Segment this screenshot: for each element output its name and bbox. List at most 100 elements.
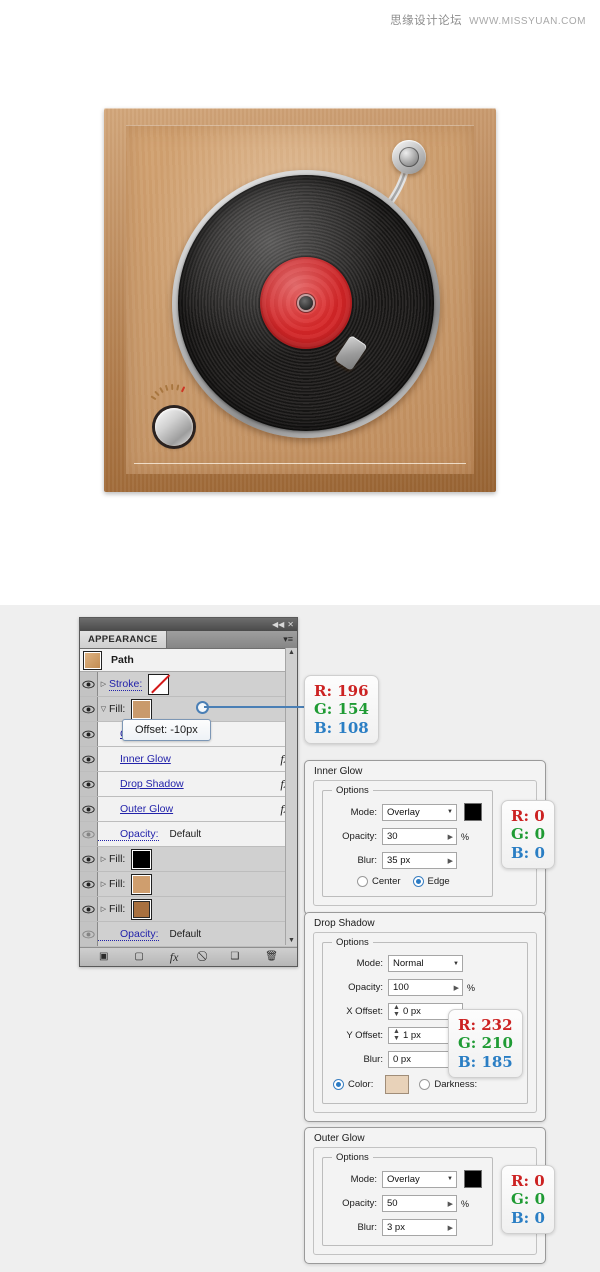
- delete-item-icon[interactable]: 🗑: [265, 952, 278, 962]
- visibility-toggle[interactable]: [80, 772, 98, 796]
- fill-swatch[interactable]: [131, 873, 153, 895]
- appearance-row-drop-shadow[interactable]: Drop Shadow fx: [80, 772, 297, 797]
- appearance-row-outer-glow[interactable]: Outer Glow fx: [80, 797, 297, 822]
- visibility-toggle[interactable]: [80, 697, 98, 721]
- slider-arrow-icon[interactable]: ▶: [448, 833, 453, 841]
- mode-select[interactable]: Normal ▼: [388, 955, 463, 972]
- knob-tick: [159, 386, 164, 394]
- callout-r: R: 196: [314, 682, 369, 700]
- scroll-up-icon[interactable]: ▲: [286, 648, 297, 657]
- visibility-toggle[interactable]: [80, 747, 98, 771]
- visibility-toggle[interactable]: [80, 847, 98, 871]
- close-icon[interactable]: ✕: [287, 620, 294, 629]
- visibility-toggle[interactable]: [80, 797, 98, 821]
- row-label-fill[interactable]: Fill:: [109, 903, 125, 915]
- inner-glow-dialog[interactable]: Inner Glow Options Mode: Overlay ▼ Opaci…: [304, 760, 556, 915]
- visibility-toggle[interactable]: [80, 672, 98, 696]
- visibility-toggle[interactable]: [80, 822, 98, 846]
- center-radio[interactable]: Center: [357, 876, 401, 887]
- drop-shadow-color-swatch[interactable]: [385, 1075, 410, 1094]
- expand-triangle-icon[interactable]: ▷: [98, 680, 109, 688]
- opacity-input[interactable]: 30 ▶: [382, 828, 457, 845]
- collapse-icon[interactable]: ◀◀: [272, 620, 284, 629]
- row-label-outer-glow[interactable]: Outer Glow: [98, 803, 173, 815]
- slider-arrow-icon[interactable]: ▶: [448, 857, 453, 865]
- mode-select[interactable]: Overlay ▼: [382, 803, 457, 821]
- duplicate-item-icon[interactable]: ❑: [230, 952, 239, 962]
- appearance-row-fill-tan[interactable]: ▷ Fill:: [80, 872, 297, 897]
- color-radio[interactable]: Color:: [333, 1079, 373, 1090]
- mode-label: Mode:: [356, 958, 383, 969]
- darkness-label: Darkness:: [434, 1079, 478, 1090]
- row-label-opacity[interactable]: Opacity:: [98, 928, 159, 941]
- slider-arrow-icon[interactable]: ▶: [454, 984, 459, 992]
- volume-knob[interactable]: [155, 408, 193, 446]
- outer-glow-body: Options Mode: Overlay ▼ Opacity: 50 ▶ % …: [313, 1147, 556, 1255]
- color-label: Color:: [348, 1079, 374, 1090]
- edge-radio[interactable]: Edge: [412, 876, 450, 887]
- stepper-icon[interactable]: ▲ ▼: [393, 1004, 400, 1018]
- expand-triangle-icon[interactable]: ▷: [98, 905, 109, 913]
- mode-label: Mode:: [350, 1173, 377, 1185]
- volume-knob-group[interactable]: [150, 383, 212, 448]
- outer-glow-title: Outer Glow: [314, 1133, 365, 1144]
- path-row[interactable]: Path: [80, 649, 297, 672]
- add-new-fill-icon[interactable]: ▢: [134, 952, 143, 962]
- row-label-fill[interactable]: Fill:: [109, 703, 125, 715]
- blur-input[interactable]: 3 px ▶: [382, 1219, 457, 1236]
- path-thumbnail: [83, 650, 102, 670]
- collapse-triangle-icon[interactable]: ▽: [98, 705, 109, 713]
- add-new-effect-fx-icon[interactable]: fx: [170, 951, 179, 963]
- opacity-unit: %: [461, 1198, 470, 1209]
- glow-color-swatch[interactable]: [464, 803, 482, 821]
- appearance-panel[interactable]: ◀◀ ✕ APPEARANCE ▾≡ Path ▷ Stroke: ▽ Fill…: [79, 617, 298, 967]
- row-label-inner-glow[interactable]: Inner Glow: [98, 753, 171, 765]
- panel-menu-icon[interactable]: ▾≡: [279, 631, 297, 648]
- radio-dot-icon: [357, 876, 368, 887]
- callout-r: R: 232: [458, 1016, 513, 1034]
- fill-swatch[interactable]: [131, 898, 153, 920]
- appearance-row-stroke[interactable]: ▷ Stroke:: [80, 672, 297, 697]
- slider-arrow-icon[interactable]: ▶: [448, 1200, 453, 1208]
- blur-label: Blur:: [363, 1054, 383, 1065]
- opacity-value: 50: [387, 1198, 398, 1209]
- appearance-row-opacity[interactable]: Opacity: Default: [80, 922, 297, 947]
- row-label-opacity[interactable]: Opacity:: [98, 828, 159, 841]
- row-label-fill[interactable]: Fill:: [109, 878, 125, 890]
- vinyl-record: [178, 175, 434, 431]
- appearance-row-fill-brown[interactable]: ▷ Fill:: [80, 897, 297, 922]
- panel-scrollbar[interactable]: ▲ ▼: [285, 648, 297, 945]
- callout-b: B: 0: [511, 1208, 545, 1227]
- appearance-row-fill-black[interactable]: ▷ Fill:: [80, 847, 297, 872]
- mode-select[interactable]: Overlay ▼: [382, 1170, 457, 1188]
- stroke-swatch-none[interactable]: [148, 673, 170, 695]
- add-new-stroke-icon[interactable]: ▣: [99, 952, 108, 962]
- visibility-toggle[interactable]: [80, 922, 98, 946]
- row-label-drop-shadow[interactable]: Drop Shadow: [98, 778, 184, 790]
- visibility-toggle[interactable]: [80, 722, 98, 746]
- panel-footer-toolbar[interactable]: ▣ ▢ fx ⃠ ❑ 🗑: [80, 947, 297, 966]
- row-label-fill[interactable]: Fill:: [109, 853, 125, 865]
- expand-triangle-icon[interactable]: ▷: [98, 855, 109, 863]
- appearance-row-inner-glow[interactable]: Inner Glow fx: [80, 747, 297, 772]
- darkness-radio[interactable]: Darkness:: [419, 1079, 477, 1090]
- glow-color-swatch[interactable]: [464, 1170, 482, 1188]
- appearance-row-opacity-nested[interactable]: Opacity: Default: [80, 822, 297, 847]
- blur-value: 0 px: [393, 1054, 411, 1065]
- stepper-icon[interactable]: ▲ ▼: [393, 1028, 400, 1042]
- opacity-input[interactable]: 100 ▶: [388, 979, 463, 996]
- fill-swatch[interactable]: [131, 848, 153, 870]
- opacity-value: 30: [387, 831, 398, 842]
- fill-swatch[interactable]: [131, 698, 153, 720]
- visibility-toggle[interactable]: [80, 897, 98, 921]
- slider-arrow-icon[interactable]: ▶: [448, 1224, 453, 1232]
- outer-glow-dialog[interactable]: Outer Glow Options Mode: Overlay ▼ Opaci…: [304, 1127, 556, 1264]
- scroll-down-icon[interactable]: ▼: [286, 936, 297, 945]
- visibility-toggle[interactable]: [80, 872, 98, 896]
- eye-icon: [82, 730, 95, 738]
- opacity-input[interactable]: 50 ▶: [382, 1195, 457, 1212]
- blur-input[interactable]: 35 px ▶: [382, 852, 457, 869]
- expand-triangle-icon[interactable]: ▷: [98, 880, 109, 888]
- row-label-stroke[interactable]: Stroke:: [109, 678, 143, 691]
- tab-appearance[interactable]: APPEARANCE: [80, 631, 167, 648]
